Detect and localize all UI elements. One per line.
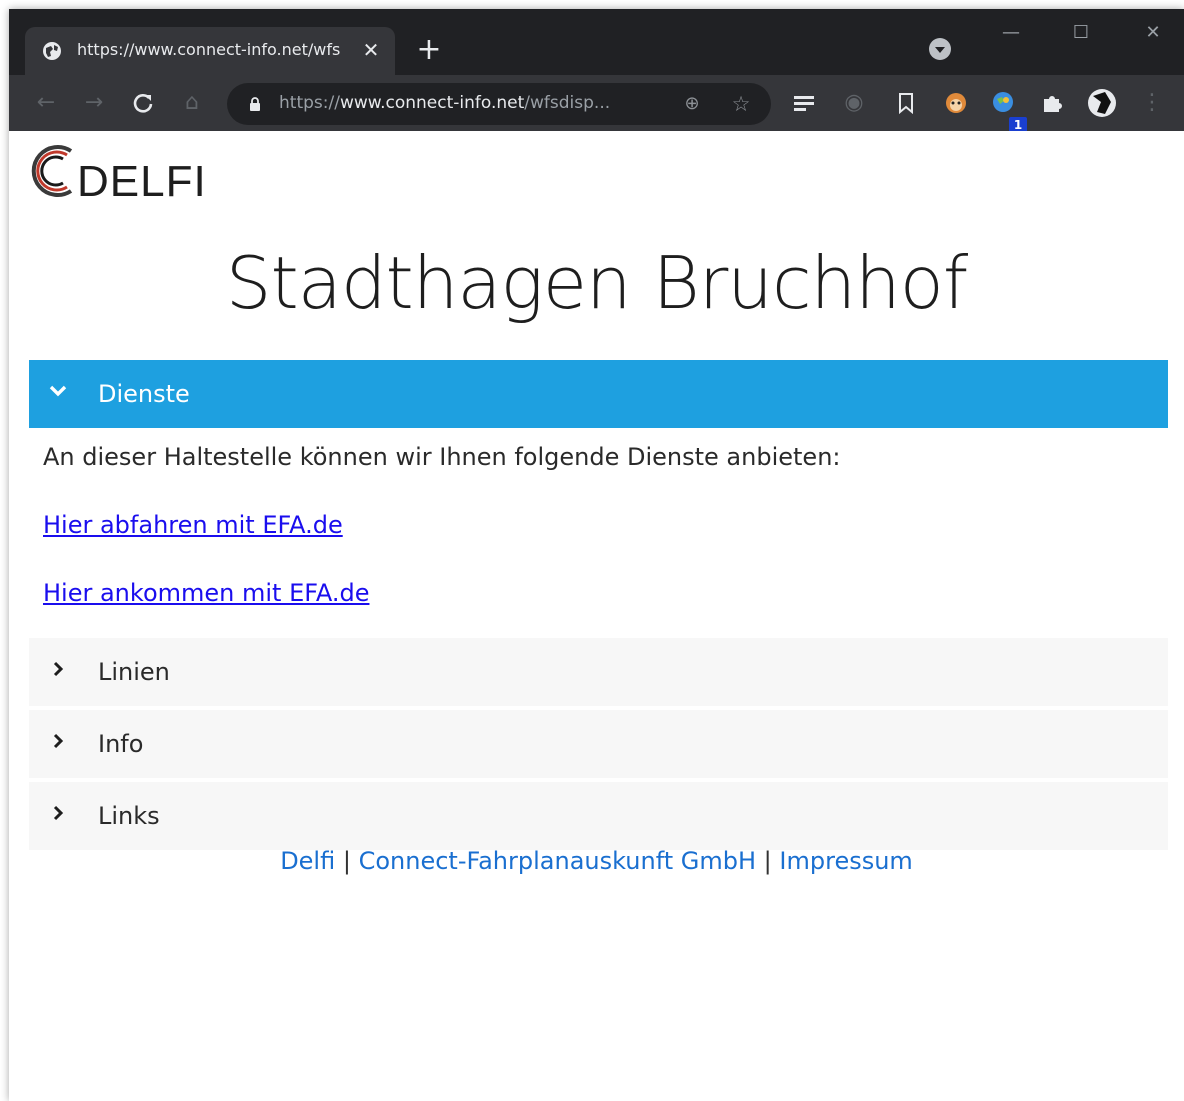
avatar[interactable] (1087, 88, 1117, 118)
maximize-icon[interactable]: ☐ (1061, 17, 1101, 49)
back-icon[interactable]: ← (31, 88, 61, 118)
arrive-link[interactable]: Hier ankommen mit EFA.de (43, 579, 369, 607)
monkey-extension-icon[interactable] (941, 88, 971, 118)
depart-link[interactable]: Hier abfahren mit EFA.de (43, 511, 343, 539)
url-text: https://www.connect-info.net/wfsdisp... (279, 93, 611, 113)
tab-title: https://www.connect-info.net/wfs (77, 40, 341, 59)
browser-window: https://www.connect-info.net/wfs ✕ + — ☐… (9, 9, 1184, 1101)
chevron-down-icon (49, 385, 67, 397)
page-content: DELFI Stadthagen Bruchhof Dienste An die… (9, 131, 1184, 1101)
accordion-label: Links (98, 802, 160, 830)
address-bar[interactable]: https://www.connect-info.net/wfsdisp... … (227, 83, 771, 125)
footer-separator: | (342, 847, 351, 875)
browser-tab[interactable]: https://www.connect-info.net/wfs ✕ (25, 27, 395, 75)
forward-icon[interactable]: → (79, 88, 109, 118)
menu-icon[interactable]: ⋮ (1137, 88, 1167, 118)
footer-separator: | (763, 847, 772, 875)
accordion-label: Dienste (98, 380, 190, 408)
close-tab-icon[interactable]: ✕ (358, 37, 384, 63)
delfi-logo[interactable]: DELFI (29, 137, 229, 206)
chevron-right-icon (53, 805, 64, 821)
accordion-label: Linien (98, 658, 170, 686)
footer: Delfi | Connect-Fahrplanauskunft GmbH | … (9, 847, 1184, 875)
accordion-dienste[interactable]: Dienste (29, 360, 1168, 428)
reload-icon[interactable] (128, 88, 158, 118)
extension-grey-icon[interactable]: ◉ (839, 88, 869, 118)
bookmark-icon[interactable] (891, 88, 921, 118)
bookmark-star-icon[interactable]: ☆ (727, 90, 755, 118)
tab-search-icon[interactable] (929, 38, 951, 60)
globe-extension-icon[interactable] (989, 88, 1019, 118)
puzzle-icon[interactable] (1037, 88, 1067, 118)
logo-text: DELFI (77, 157, 207, 206)
browser-toolbar: ← → ⌂ https://www.connect-info.net/wfsdi… (9, 75, 1184, 133)
accordion-links[interactable]: Links (29, 782, 1168, 850)
accordion-label: Info (98, 730, 144, 758)
chevron-right-icon (53, 661, 64, 677)
zoom-icon[interactable]: ⊕ (679, 91, 705, 117)
tab-strip: https://www.connect-info.net/wfs ✕ + — ☐… (9, 9, 1184, 75)
globe-icon (43, 42, 61, 60)
page-title: Stadthagen Bruchhof (225, 241, 968, 325)
reading-list-icon[interactable] (789, 88, 819, 118)
home-icon[interactable]: ⌂ (177, 88, 207, 118)
chevron-right-icon (53, 733, 64, 749)
new-tab-icon[interactable]: + (413, 35, 445, 67)
lock-icon (250, 97, 260, 111)
footer-link-impressum[interactable]: Impressum (779, 847, 912, 875)
accordion-info[interactable]: Info (29, 710, 1168, 778)
minimize-icon[interactable]: — (991, 17, 1031, 49)
accordion-linien[interactable]: Linien (29, 638, 1168, 706)
window-close-icon[interactable]: ✕ (1133, 17, 1173, 49)
footer-link-connect[interactable]: Connect-Fahrplanauskunft GmbH (359, 847, 756, 875)
footer-link-delfi[interactable]: Delfi (280, 847, 335, 875)
services-description: An dieser Haltestelle können wir Ihnen f… (43, 443, 841, 471)
